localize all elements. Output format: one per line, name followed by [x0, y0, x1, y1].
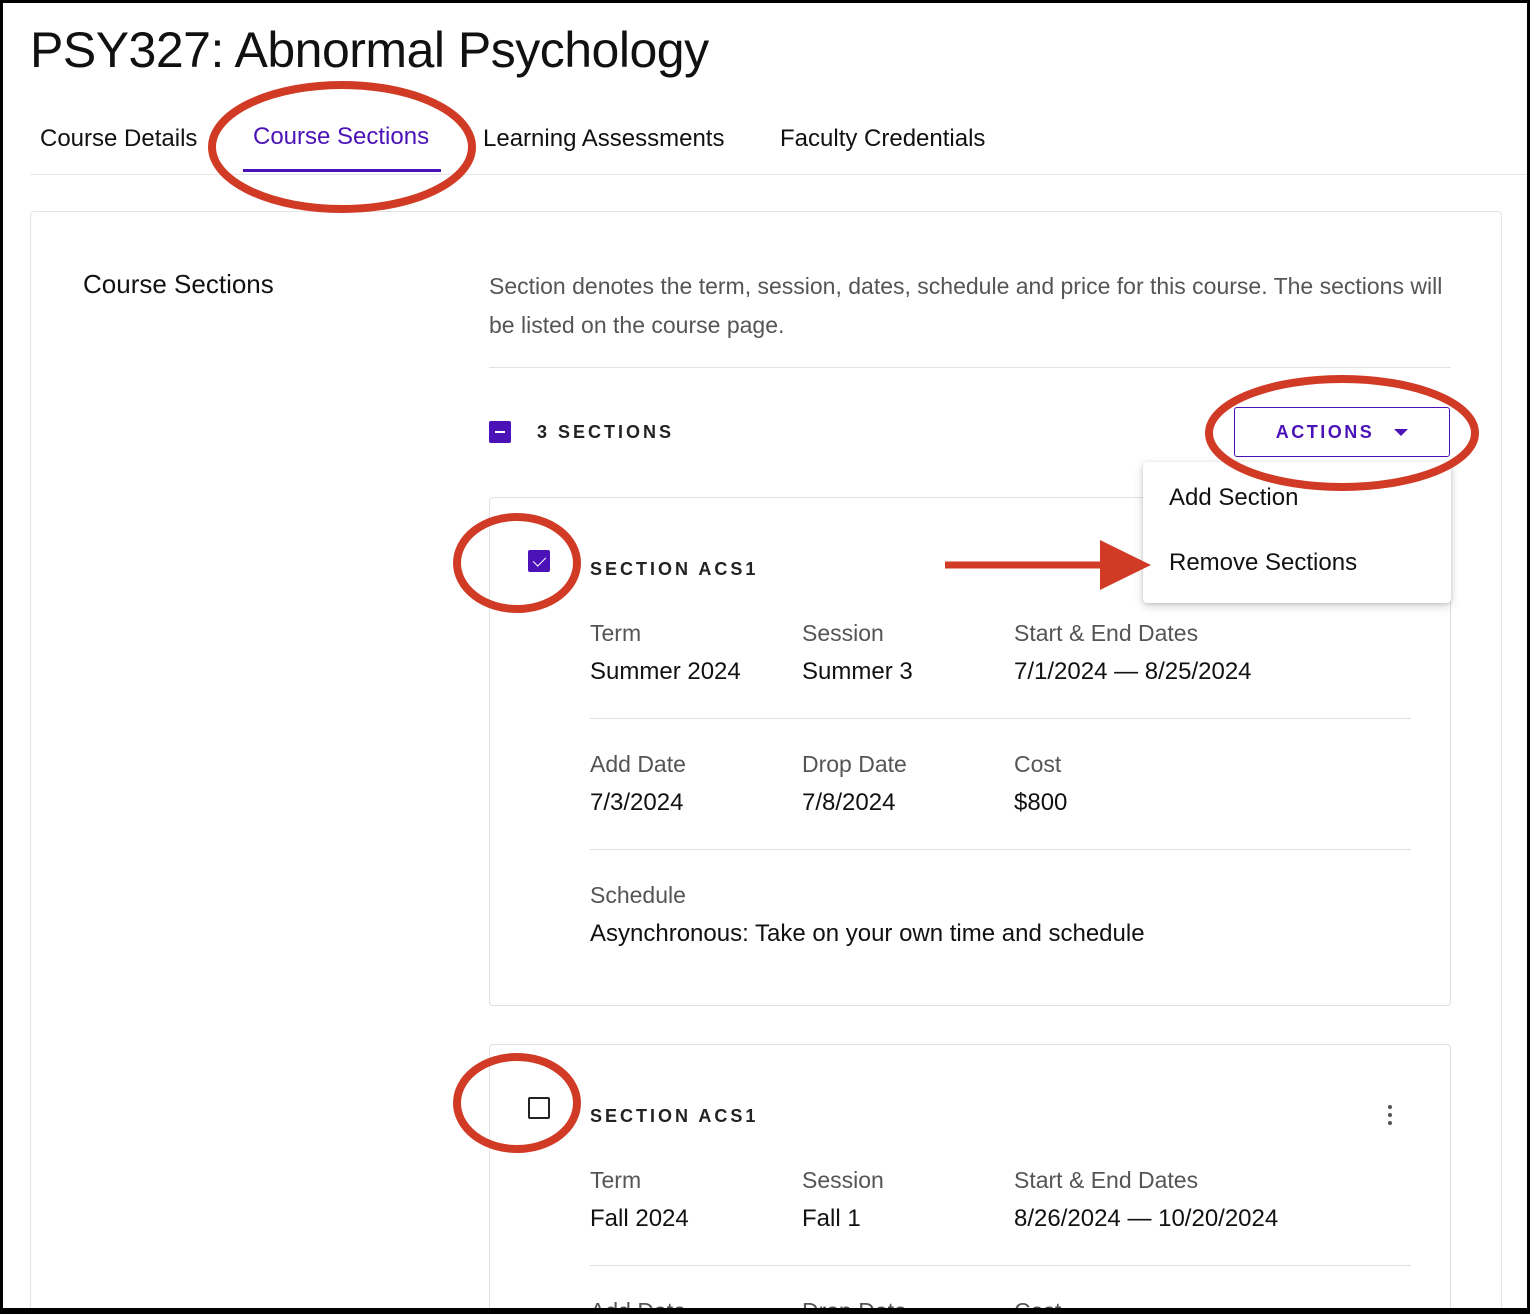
session-label: Session — [802, 620, 884, 646]
add-date-label: Add Date — [590, 1298, 686, 1308]
session-value: Fall 1 — [802, 1205, 861, 1232]
dates-label: Start & End Dates — [1014, 620, 1199, 646]
section-title: SECTION ACS1 — [590, 1106, 759, 1126]
select-all-checkbox[interactable] — [489, 421, 511, 443]
cost-value: $800 — [1014, 789, 1068, 816]
card-description: Section denotes the term, session, dates… — [489, 273, 1443, 338]
divider — [590, 718, 1411, 719]
page-title: PSY327: Abnormal Psychology — [30, 22, 709, 78]
menu-item-remove-sections[interactable]: Remove Sections — [1169, 549, 1357, 577]
course-sections-card: Course Sections Section denotes the term… — [30, 211, 1502, 1308]
divider — [590, 1265, 1411, 1266]
actions-menu: Add Section Remove Sections — [1143, 462, 1451, 603]
term-label: Term — [590, 620, 642, 646]
active-tab-indicator — [243, 169, 441, 172]
dates-label: Start & End Dates — [1014, 1167, 1199, 1193]
term-value: Fall 2024 — [590, 1205, 689, 1232]
section-title: SECTION ACS1 — [590, 559, 759, 579]
section-card: SECTION ACS1 Term Fall 2024 Session Fall… — [489, 1044, 1451, 1308]
schedule-label: Schedule — [590, 882, 686, 908]
tab-course-details[interactable]: Course Details — [40, 125, 197, 153]
page: PSY327: Abnormal Psychology Course Detai… — [3, 3, 1527, 1308]
divider — [489, 367, 1451, 368]
cost-label: Cost — [1014, 751, 1062, 777]
term-label: Term — [590, 1167, 642, 1193]
session-label: Session — [802, 1167, 884, 1193]
card-heading: Course Sections — [83, 269, 274, 299]
drop-date-label: Drop Date — [802, 751, 907, 777]
tab-faculty-credentials[interactable]: Faculty Credentials — [780, 125, 985, 153]
more-vertical-icon[interactable] — [1380, 1102, 1400, 1128]
session-value: Summer 3 — [802, 658, 913, 685]
caret-down-icon — [1394, 428, 1409, 436]
drop-date-label: Drop Date — [802, 1298, 907, 1308]
add-date-value: 7/3/2024 — [590, 789, 684, 816]
actions-button-label: ACTIONS — [1275, 421, 1375, 442]
add-date-label: Add Date — [590, 751, 686, 777]
dates-value: 8/26/2024 — 10/20/2024 — [1014, 1205, 1279, 1232]
actions-button[interactable]: ACTIONS — [1234, 407, 1450, 457]
sections-count: 3 SECTIONS — [537, 422, 675, 442]
drop-date-value: 7/8/2024 — [802, 789, 896, 816]
cost-label: Cost — [1014, 1298, 1061, 1308]
dates-value: 7/1/2024 — 8/25/2024 — [1014, 658, 1252, 685]
tab-course-sections[interactable]: Course Sections — [253, 123, 429, 151]
tab-learning-assessments[interactable]: Learning Assessments — [483, 125, 724, 153]
section-checkbox[interactable] — [528, 550, 550, 572]
menu-item-add-section[interactable]: Add Section — [1169, 484, 1298, 512]
section-checkbox[interactable] — [528, 1097, 550, 1119]
divider — [590, 849, 1411, 850]
term-value: Summer 2024 — [590, 658, 741, 685]
schedule-value: Asynchronous: Take on your own time and … — [590, 920, 1145, 947]
tab-bar: Course Details Course Sections Learning … — [30, 103, 1527, 175]
